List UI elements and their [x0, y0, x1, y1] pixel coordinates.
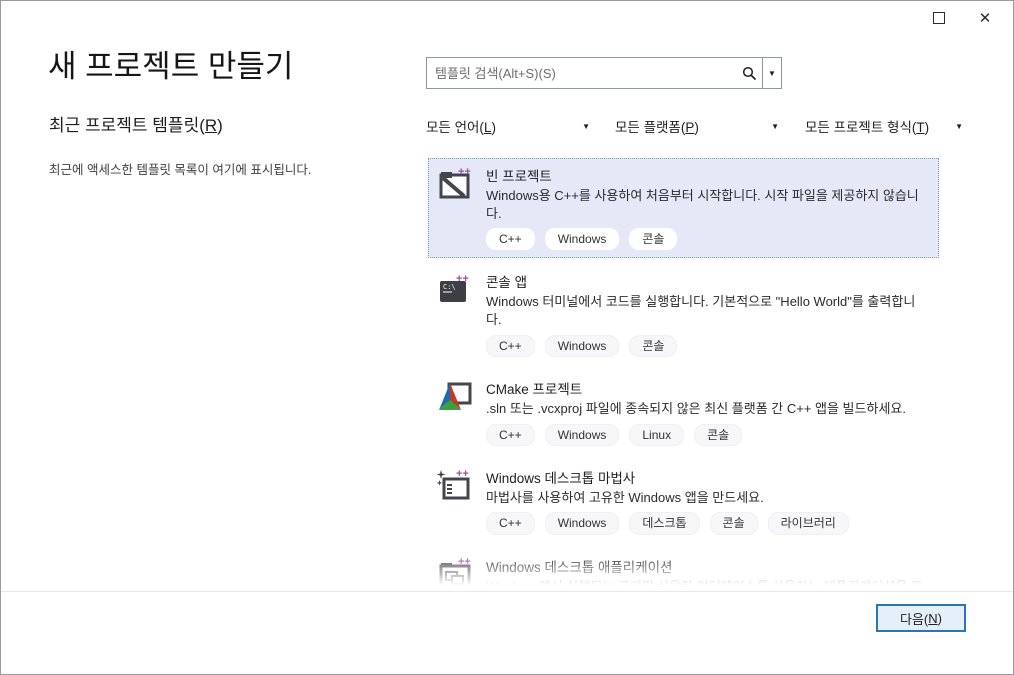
filter-label: 모든 플랫폼(P)	[615, 116, 699, 136]
cmake-icon	[437, 379, 473, 415]
template-name: Windows 데스크톱 마법사	[486, 467, 928, 487]
create-new-project-dialog: ✕ 새 프로젝트 만들기 최근 프로젝트 템플릿(R) 최근에 액세스한 템플릿…	[0, 0, 1014, 675]
maximize-icon	[933, 12, 945, 24]
tag-console[interactable]: 콘솔	[710, 512, 758, 534]
template-description: .sln 또는 .vcxproj 파일에 종속되지 않은 최신 플랫폼 간 C+…	[486, 400, 928, 418]
search-icon[interactable]	[736, 58, 762, 88]
tag-library[interactable]: 라이브러리	[768, 512, 849, 534]
tag-windows[interactable]: Windows	[545, 228, 620, 250]
template-search-box: ▼	[426, 57, 782, 89]
chevron-down-icon: ▼	[955, 122, 965, 131]
template-item-windows-desktop-application[interactable]: ++ Windows 데스크톱 애플리케이션 Windows에서 실행되는 그래…	[428, 549, 939, 591]
template-description: Windows에서 실행되는 그래픽 사용자 인터페이스를 사용하는 애플리케이…	[486, 578, 928, 591]
tag-cpp[interactable]: C++	[486, 228, 535, 250]
chevron-down-icon: ▼	[582, 122, 592, 131]
template-name: CMake 프로젝트	[486, 378, 928, 398]
footer-divider	[1, 591, 1014, 592]
recent-templates-heading: 최근 프로젝트 템플릿(R)	[49, 111, 223, 136]
tag-console[interactable]: 콘솔	[629, 228, 677, 250]
template-item-empty-project[interactable]: ++ 빈 프로젝트 Windows용 C++를 사용하여 처음부터 시작합니다.…	[428, 158, 939, 258]
recent-templates-hint: 최근에 액세스한 템플릿 목록이 여기에 표시됩니다.	[49, 159, 311, 178]
desktop-wizard-icon: ++	[437, 468, 473, 504]
svg-text:C:\: C:\	[443, 283, 456, 291]
template-description: Windows용 C++를 사용하여 처음부터 시작합니다. 시작 파일을 제공…	[486, 187, 928, 222]
template-description: Windows 터미널에서 코드를 실행합니다. 기본적으로 "Hello Wo…	[486, 293, 928, 328]
template-name: Windows 데스크톱 애플리케이션	[486, 556, 928, 576]
tag-console[interactable]: 콘솔	[694, 424, 742, 446]
chevron-down-icon: ▼	[771, 122, 781, 131]
tag-linux[interactable]: Linux	[629, 424, 684, 446]
tag-windows[interactable]: Windows	[545, 424, 620, 446]
search-dropdown-caret-icon[interactable]: ▼	[763, 58, 781, 88]
next-button[interactable]: 다음(N)	[876, 604, 966, 632]
tag-cpp[interactable]: C++	[486, 335, 535, 357]
template-item-windows-desktop-wizard[interactable]: ++ Windows 데스크톱 마법사 마법사를 사용하여 고유한 Window…	[428, 460, 939, 543]
filter-label: 모든 프로젝트 형식(T)	[805, 116, 929, 136]
template-list: ++ 빈 프로젝트 Windows용 C++를 사용하여 처음부터 시작합니다.…	[428, 158, 939, 591]
tag-windows[interactable]: Windows	[545, 335, 620, 357]
search-input[interactable]	[427, 58, 736, 88]
page-title: 새 프로젝트 만들기	[48, 41, 293, 86]
console-app-icon: C:\ ++	[437, 272, 473, 308]
template-item-console-app[interactable]: C:\ ++ 콘솔 앱 Windows 터미널에서 코드를 실행합니다. 기본적…	[428, 264, 939, 364]
desktop-application-icon: ++	[437, 557, 473, 591]
tag-windows[interactable]: Windows	[545, 512, 620, 534]
empty-project-icon: ++	[437, 166, 473, 202]
template-name: 콘솔 앱	[486, 271, 928, 291]
template-tags: C++ Windows 데스크톱 콘솔 라이브러리	[486, 512, 928, 534]
tag-cpp[interactable]: C++	[486, 512, 535, 534]
tag-desktop[interactable]: 데스크톱	[629, 512, 699, 534]
filter-label: 모든 언어(L)	[426, 116, 496, 136]
filter-all-project-types[interactable]: 모든 프로젝트 형식(T) ▼	[805, 113, 965, 139]
template-tags: C++ Windows 콘솔	[486, 228, 928, 250]
template-item-cmake-project[interactable]: CMake 프로젝트 .sln 또는 .vcxproj 파일에 종속되지 않은 …	[428, 371, 939, 454]
tag-cpp[interactable]: C++	[486, 424, 535, 446]
template-tags: C++ Windows Linux 콘솔	[486, 424, 928, 446]
svg-text:++: ++	[458, 557, 471, 568]
template-name: 빈 프로젝트	[486, 165, 928, 185]
tag-console[interactable]: 콘솔	[629, 335, 677, 357]
filter-all-platforms[interactable]: 모든 플랫폼(P) ▼	[615, 113, 781, 139]
svg-text:++: ++	[456, 273, 469, 285]
svg-text:++: ++	[456, 468, 469, 480]
filter-all-languages[interactable]: 모든 언어(L) ▼	[426, 113, 592, 139]
template-tags: C++ Windows 콘솔	[486, 335, 928, 357]
svg-text:++: ++	[458, 166, 471, 178]
close-button[interactable]: ✕	[965, 3, 1005, 33]
close-icon: ✕	[979, 11, 992, 26]
maximize-button[interactable]	[919, 3, 959, 33]
template-description: 마법사를 사용하여 고유한 Windows 앱을 만드세요.	[486, 489, 928, 507]
